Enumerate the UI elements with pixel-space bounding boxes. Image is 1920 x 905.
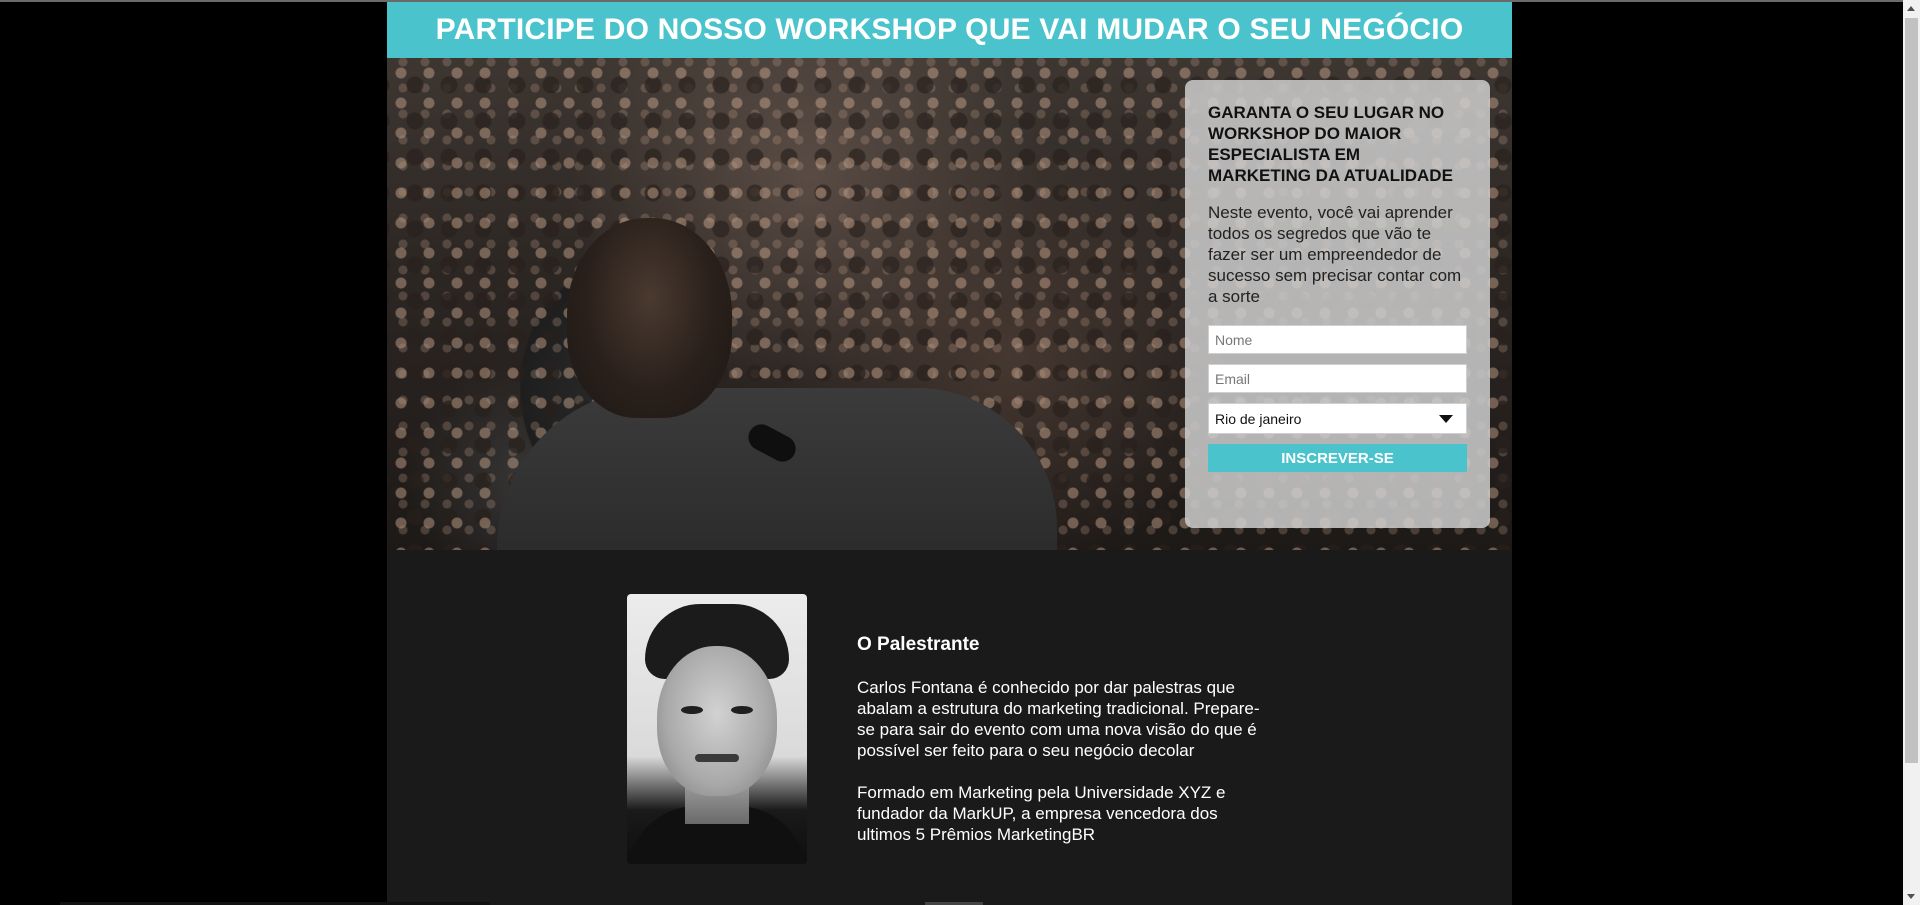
speaker-portrait xyxy=(627,594,807,864)
form-title: GARANTA O SEU LUGAR NO WORKSHOP DO MAIOR… xyxy=(1208,103,1453,185)
email-input[interactable] xyxy=(1208,364,1467,393)
landing-page: PARTICIPE DO NOSSO WORKSHOP QUE VAI MUDA… xyxy=(387,2,1512,905)
vertical-scrollbar[interactable] xyxy=(1903,0,1920,905)
speaker-bio: O Palestrante Carlos Fontana é conhecido… xyxy=(857,634,1267,845)
scroll-up-arrow-icon[interactable] xyxy=(1907,6,1915,11)
banner-title: PARTICIPE DO NOSSO WORKSHOP QUE VAI MUDA… xyxy=(435,13,1464,46)
city-select-value: Rio de janeiro xyxy=(1215,410,1302,427)
signup-form-card: GARANTA O SEU LUGAR NO WORKSHOP DO MAIOR… xyxy=(1185,80,1490,528)
speaker-heading: O Palestrante xyxy=(857,634,980,655)
subscribe-button[interactable]: INSCREVER-SE xyxy=(1208,444,1467,472)
city-select[interactable]: Rio de janeiro xyxy=(1208,403,1467,434)
speaker-head-image xyxy=(567,218,732,418)
speaker-section: O Palestrante Carlos Fontana é conhecido… xyxy=(387,550,1512,905)
form-description: Neste evento, você vai aprender todos os… xyxy=(1208,203,1462,306)
top-banner: PARTICIPE DO NOSSO WORKSHOP QUE VAI MUDA… xyxy=(387,2,1512,58)
portrait-left-eye xyxy=(681,706,703,714)
portrait-right-eye xyxy=(731,706,753,714)
scroll-down-arrow-icon[interactable] xyxy=(1907,894,1915,899)
portrait-face xyxy=(657,646,777,796)
speaker-paragraph-1: Carlos Fontana é conhecido por dar pales… xyxy=(857,678,1260,760)
hero-section: GARANTA O SEU LUGAR NO WORKSHOP DO MAIOR… xyxy=(387,58,1512,550)
portrait-moustache xyxy=(695,754,739,762)
speaker-back-image xyxy=(497,388,1057,550)
chevron-down-icon xyxy=(1439,415,1453,423)
speaker-paragraph-2: Formado em Marketing pela Universidade X… xyxy=(857,783,1226,844)
scrollbar-thumb[interactable] xyxy=(1905,18,1918,763)
name-input[interactable] xyxy=(1208,325,1467,354)
